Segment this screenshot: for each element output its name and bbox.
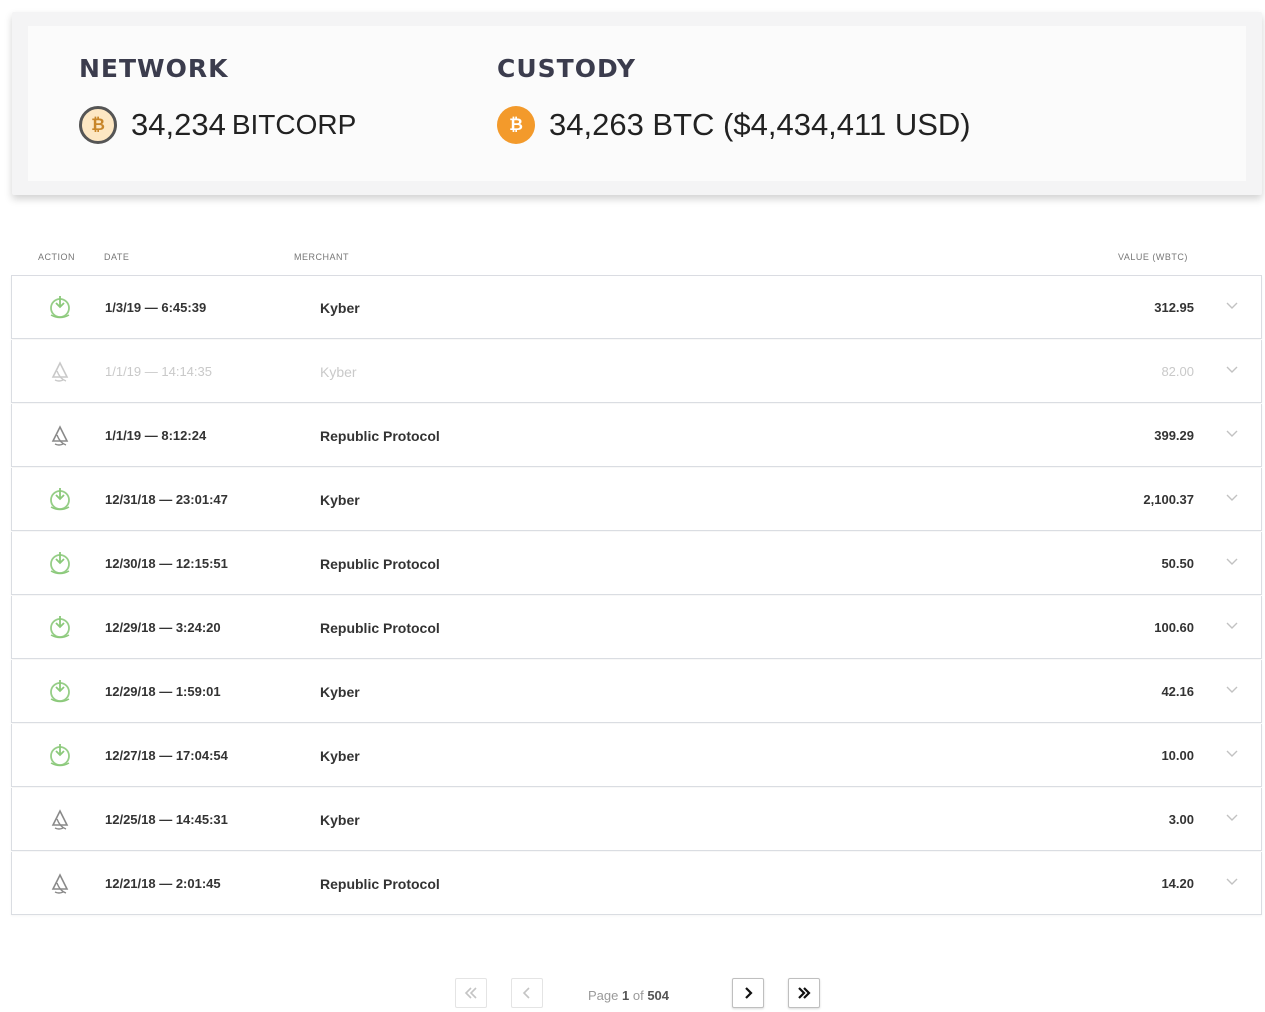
row-value: 42.16 <box>1161 684 1194 699</box>
table-header: ACTION DATE MERCHANT VALUE (WBTC) <box>0 252 1265 266</box>
deposit-icon <box>46 485 74 513</box>
row-date: 1/1/19 — 14:14:35 <box>105 364 212 379</box>
page-separator: of <box>632 988 644 1003</box>
row-date: 1/3/19 — 6:45:39 <box>105 300 207 315</box>
row-merchant: Kyber <box>320 684 360 700</box>
network-stat: NETWORK ₿ 34,234 BITCORP <box>79 54 356 146</box>
withdraw-icon <box>46 805 74 833</box>
prev-page-button[interactable] <box>511 978 543 1008</box>
withdraw-icon <box>46 869 74 897</box>
table-row[interactable]: 12/25/18 — 14:45:31 Kyber 3.00 <box>11 788 1262 851</box>
row-value: 399.29 <box>1154 428 1194 443</box>
chevron-down-icon[interactable] <box>1225 810 1239 824</box>
bitcoin-outline-icon: ₿ <box>79 106 117 144</box>
header-value: VALUE (WBTC) <box>1118 252 1188 262</box>
chevron-down-icon[interactable] <box>1225 490 1239 504</box>
row-date: 12/21/18 — 2:01:45 <box>105 876 221 891</box>
table-row[interactable]: 12/30/18 — 12:15:51 Republic Protocol 50… <box>11 532 1262 595</box>
row-merchant: Republic Protocol <box>320 428 440 444</box>
row-merchant: Kyber <box>320 812 360 828</box>
chevron-down-icon[interactable] <box>1225 362 1239 376</box>
chevron-down-icon[interactable] <box>1225 682 1239 696</box>
double-chevron-left-icon <box>464 987 477 999</box>
row-merchant: Republic Protocol <box>320 620 440 636</box>
row-value: 82.00 <box>1161 364 1194 379</box>
pagination: Page 1 of 504 <box>0 978 1265 1012</box>
chevron-down-icon[interactable] <box>1225 618 1239 632</box>
network-label: NETWORK <box>79 54 229 83</box>
row-value: 100.60 <box>1154 620 1194 635</box>
chevron-down-icon[interactable] <box>1225 746 1239 760</box>
deposit-icon <box>46 549 74 577</box>
row-value: 312.95 <box>1154 300 1194 315</box>
chevron-down-icon[interactable] <box>1225 554 1239 568</box>
chevron-right-icon <box>745 987 753 999</box>
chevron-down-icon[interactable] <box>1225 298 1239 312</box>
table-row[interactable]: 12/29/18 — 1:59:01 Kyber 42.16 <box>11 660 1262 723</box>
table-row[interactable]: 12/31/18 — 23:01:47 Kyber 2,100.37 <box>11 468 1262 531</box>
row-merchant: Kyber <box>320 492 360 508</box>
custody-stat: CUSTODY ₿ 34,263 BTC ($4,434,411 USD) <box>497 54 971 146</box>
row-date: 12/25/18 — 14:45:31 <box>105 812 228 827</box>
page-current: 1 <box>622 988 630 1003</box>
chevron-down-icon[interactable] <box>1225 426 1239 440</box>
double-chevron-right-icon <box>798 987 811 999</box>
row-date: 12/31/18 — 23:01:47 <box>105 492 228 507</box>
header-date: DATE <box>104 252 130 262</box>
page-indicator: Page 1 of 504 <box>588 988 669 1003</box>
next-page-button[interactable] <box>732 978 764 1008</box>
first-page-button[interactable] <box>455 978 487 1008</box>
table-row[interactable]: 1/1/19 — 8:12:24 Republic Protocol 399.2… <box>11 404 1262 467</box>
deposit-icon <box>46 741 74 769</box>
transactions-table: 1/3/19 — 6:45:39 Kyber 312.95 1/1/19 — 1… <box>11 275 1262 915</box>
last-page-button[interactable] <box>788 978 820 1008</box>
custody-label: CUSTODY <box>497 54 636 83</box>
header-action: ACTION <box>38 252 76 262</box>
row-value: 10.00 <box>1161 748 1194 763</box>
network-unit: BITCORP <box>231 109 357 140</box>
row-date: 12/29/18 — 1:59:01 <box>105 684 221 699</box>
table-row[interactable]: 1/1/19 — 14:14:35 Kyber 82.00 <box>11 340 1262 403</box>
row-merchant: Republic Protocol <box>320 876 440 892</box>
custody-amount: 34,263 BTC ($4,434,411 USD) <box>549 107 971 142</box>
row-date: 1/1/19 — 8:12:24 <box>105 428 207 443</box>
row-value: 2,100.37 <box>1143 492 1194 507</box>
deposit-icon <box>46 293 74 321</box>
network-amount: 34,234 <box>131 107 226 142</box>
table-row[interactable]: 12/21/18 — 2:01:45 Republic Protocol 14.… <box>11 852 1262 915</box>
header-merchant: MERCHANT <box>294 252 349 262</box>
row-date: 12/29/18 — 3:24:20 <box>105 620 221 635</box>
table-row[interactable]: 1/3/19 — 6:45:39 Kyber 312.95 <box>11 276 1262 339</box>
page-total: 504 <box>647 988 670 1003</box>
row-merchant: Republic Protocol <box>320 556 440 572</box>
chevron-left-icon <box>522 987 530 999</box>
row-date: 12/27/18 — 17:04:54 <box>105 748 228 763</box>
withdraw-icon <box>46 421 74 449</box>
row-merchant: Kyber <box>320 748 360 764</box>
summary-card: NETWORK ₿ 34,234 BITCORP CUSTODY ₿ 34,26… <box>12 12 1262 195</box>
deposit-icon <box>46 677 74 705</box>
chevron-down-icon[interactable] <box>1225 874 1239 888</box>
row-date: 12/30/18 — 12:15:51 <box>105 556 228 571</box>
row-value: 3.00 <box>1168 812 1194 827</box>
row-merchant: Kyber <box>320 364 357 380</box>
table-row[interactable]: 12/29/18 — 3:24:20 Republic Protocol 100… <box>11 596 1262 659</box>
bitcoin-icon: ₿ <box>497 106 535 144</box>
deposit-icon <box>46 613 74 641</box>
row-value: 14.20 <box>1161 876 1194 891</box>
row-value: 50.50 <box>1161 556 1194 571</box>
table-row[interactable]: 12/27/18 — 17:04:54 Kyber 10.00 <box>11 724 1262 787</box>
page-prefix: Page <box>588 988 619 1003</box>
withdraw-icon <box>46 357 74 385</box>
row-merchant: Kyber <box>320 300 360 316</box>
